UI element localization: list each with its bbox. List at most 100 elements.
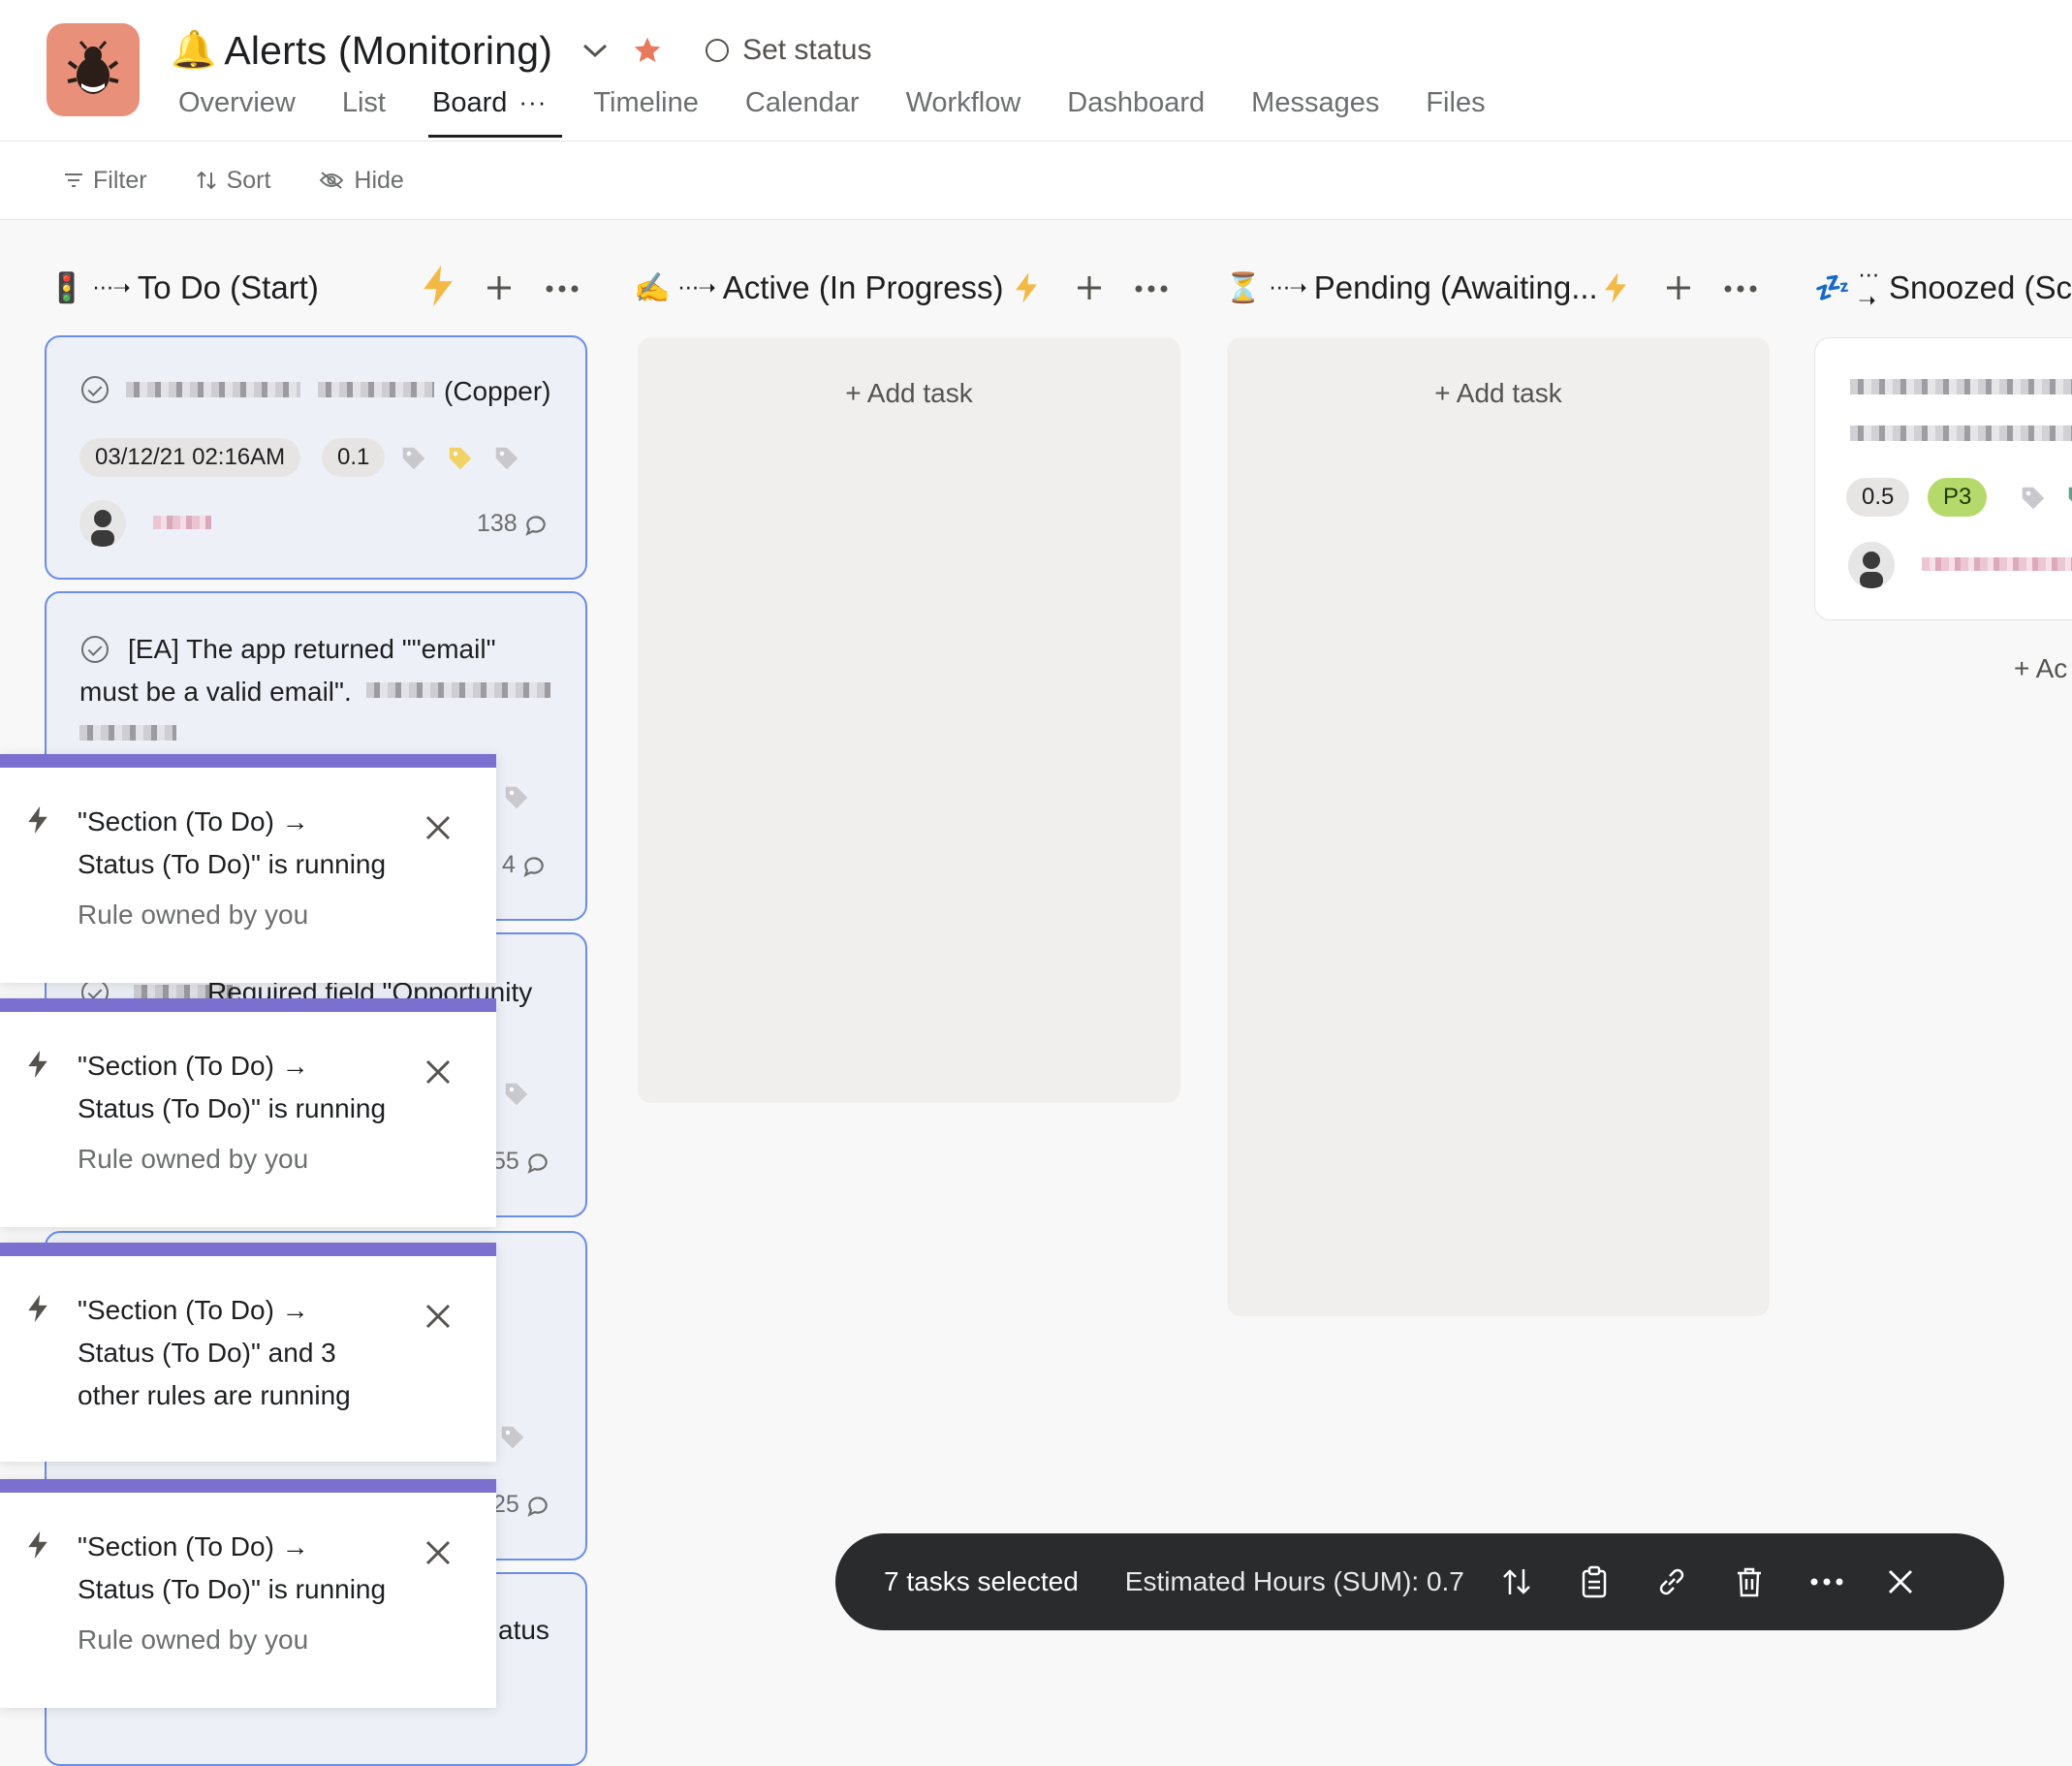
- arrow-icon: ⋯➝: [1858, 263, 1879, 312]
- rule-toast: "Section (To Do) → Status (To Do)" and 3…: [0, 1243, 496, 1462]
- tag-icon[interactable]: [446, 444, 475, 478]
- column-title[interactable]: Active (In Progress): [723, 269, 1004, 306]
- column-title[interactable]: Snoozed (Sc: [1889, 269, 2072, 306]
- chevron-down-icon[interactable]: [581, 42, 609, 59]
- rule-toast: "Section (To Do) → Status (To Do)" is ru…: [0, 998, 496, 1227]
- date-pill[interactable]: 03/12/21 02:16AM: [79, 438, 301, 477]
- tab-calendar[interactable]: Calendar: [745, 87, 860, 138]
- tag-icon[interactable]: [492, 444, 521, 478]
- tag-icon[interactable]: [502, 1080, 531, 1114]
- rule-toast: "Section (To Do) → Status (To Do)" is ru…: [0, 754, 496, 983]
- tab-workflow[interactable]: Workflow: [906, 87, 1021, 138]
- tab-more-icon[interactable]: ···: [518, 87, 547, 117]
- column-header-todo: 🚦 ⋯➝ To Do (Start): [48, 254, 319, 322]
- column-title[interactable]: Pending (Awaiting...: [1314, 269, 1598, 306]
- column-header-snoozed: 💤 ⋯➝ Snoozed (Sc: [1814, 254, 2072, 322]
- task-title: atus: [498, 1615, 549, 1645]
- comment-count[interactable]: 25: [492, 1491, 550, 1519]
- add-task-button[interactable]: + Ac: [2014, 653, 2067, 684]
- set-status-button[interactable]: Set status: [706, 34, 871, 67]
- toast-owner: Rule owned by you: [78, 1144, 309, 1174]
- toast-message: Status (To Do)" and 3: [78, 1338, 336, 1368]
- more-icon[interactable]: [1134, 281, 1169, 299]
- tab-timeline[interactable]: Timeline: [593, 87, 699, 138]
- estimated-hours-pill[interactable]: 0.5: [1846, 478, 1910, 517]
- project-title[interactable]: Alerts (Monitoring): [224, 28, 552, 74]
- tag-icon[interactable]: [498, 1423, 527, 1457]
- redacted-text: [318, 382, 434, 397]
- redacted-text: [126, 382, 300, 397]
- close-icon[interactable]: [424, 1303, 452, 1335]
- bolt-icon: [25, 1293, 50, 1329]
- check-icon[interactable]: [81, 636, 109, 663]
- comment-icon: [525, 515, 546, 536]
- add-icon[interactable]: [1075, 273, 1104, 307]
- trash-icon[interactable]: [1730, 1562, 1769, 1601]
- bell-icon: 🔔: [171, 30, 217, 71]
- tab-messages[interactable]: Messages: [1251, 87, 1379, 138]
- tag-icon[interactable]: [2065, 484, 2072, 518]
- more-icon[interactable]: [1807, 1562, 1846, 1601]
- bulk-action-bar: 7 tasks selected Estimated Hours (SUM): …: [835, 1533, 2004, 1630]
- tab-board[interactable]: Board ···: [427, 87, 563, 138]
- bolt-icon[interactable]: [1012, 271, 1041, 309]
- task-card[interactable]: (Copper) 03/12/21 02:16AM 0.1 138: [45, 335, 587, 580]
- more-icon[interactable]: [545, 281, 580, 299]
- hourglass-icon: ⏳: [1225, 271, 1262, 304]
- bolt-icon: [25, 1049, 50, 1085]
- comment-count[interactable]: 4: [502, 851, 547, 879]
- column-title[interactable]: To Do (Start): [138, 269, 319, 306]
- hide-button[interactable]: Hide: [319, 167, 404, 195]
- comment-icon: [523, 856, 544, 877]
- project-tabs: Overview List Board ··· Timeline Calenda…: [178, 87, 1532, 141]
- tab-list[interactable]: List: [342, 87, 386, 138]
- redacted-text: [79, 725, 176, 741]
- tag-icon[interactable]: [502, 783, 531, 817]
- sort-button[interactable]: Sort: [196, 167, 270, 195]
- arrow-icon: ⋯➝: [677, 275, 715, 300]
- add-task-button[interactable]: + Add task: [638, 378, 1180, 409]
- column-pending-area: + Add task: [1227, 337, 1770, 1316]
- link-icon[interactable]: [1652, 1562, 1691, 1601]
- tag-icon[interactable]: [399, 444, 428, 478]
- task-card[interactable]: 0.5 P3: [1814, 337, 2072, 620]
- filter-button[interactable]: Filter: [64, 167, 147, 195]
- task-title: [EA] The app returned ""email": [128, 634, 496, 664]
- eye-slash-icon: [320, 172, 344, 189]
- add-icon[interactable]: [1664, 273, 1693, 307]
- close-icon[interactable]: [424, 1539, 452, 1571]
- tag-icon[interactable]: [2019, 484, 2048, 518]
- clipboard-icon[interactable]: [1575, 1562, 1614, 1601]
- toast-message: Status (To Do)" is running: [78, 1574, 387, 1604]
- column-active-area: + Add task: [638, 337, 1180, 1103]
- comment-count[interactable]: 55: [492, 1148, 550, 1176]
- close-icon[interactable]: [424, 1058, 452, 1090]
- add-icon[interactable]: [485, 273, 514, 307]
- add-task-button[interactable]: + Add task: [1227, 378, 1770, 409]
- bug-icon[interactable]: [47, 23, 140, 116]
- tab-overview[interactable]: Overview: [178, 87, 296, 138]
- comment-count[interactable]: 138: [477, 510, 549, 538]
- estimated-hours-sum[interactable]: Estimated Hours (SUM): 0.7: [1125, 1566, 1464, 1597]
- bolt-icon[interactable]: [1601, 271, 1630, 309]
- priority-pill[interactable]: P3: [1928, 478, 1988, 517]
- close-icon[interactable]: [1881, 1562, 1920, 1601]
- redacted-text: [1850, 379, 2072, 394]
- move-icon[interactable]: [1497, 1562, 1536, 1601]
- close-icon[interactable]: [424, 814, 452, 846]
- redacted-text: [1850, 426, 2072, 441]
- bolt-icon[interactable]: [419, 264, 457, 313]
- tab-files[interactable]: Files: [1426, 87, 1485, 138]
- rule-toast: "Section (To Do) → Status (To Do)" is ru…: [0, 1479, 496, 1708]
- estimated-hours-pill[interactable]: 0.1: [322, 438, 386, 477]
- tab-dashboard[interactable]: Dashboard: [1067, 87, 1205, 138]
- more-icon[interactable]: [1723, 281, 1758, 299]
- star-icon[interactable]: [632, 35, 663, 66]
- toast-progress-bar: [0, 1243, 496, 1256]
- writing-hand-icon: ✍️: [634, 271, 671, 304]
- toast-message: other rules are running: [78, 1380, 351, 1410]
- avatar[interactable]: [1848, 542, 1895, 588]
- status-circle-icon: [706, 39, 730, 62]
- avatar[interactable]: [79, 500, 126, 547]
- check-icon[interactable]: [81, 376, 109, 403]
